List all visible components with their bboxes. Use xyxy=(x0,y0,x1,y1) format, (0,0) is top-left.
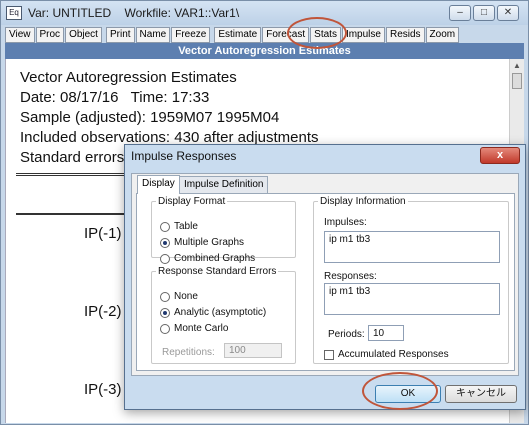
toolbar: View Proc Object Print Name Freeze Estim… xyxy=(5,27,460,43)
responses-input[interactable]: ip m1 tb3 xyxy=(324,283,500,315)
checkbox-label: Accumulated Responses xyxy=(338,349,449,360)
output-line: Date: 08/17/16 Time: 17:33 xyxy=(20,89,210,106)
forecast-button[interactable]: Forecast xyxy=(262,27,310,43)
display-info-legend: Display Information xyxy=(320,196,406,207)
cancel-button[interactable]: キャンセル xyxy=(445,385,517,403)
impulses-input[interactable]: ip m1 tb3 xyxy=(324,231,500,263)
estimate-button[interactable]: Estimate xyxy=(214,27,262,43)
title-bar[interactable]: Eq Var: UNTITLED Workfile: VAR1::Var1\ –… xyxy=(1,1,528,25)
analytic-radio-option[interactable]: Analytic (asymptotic) xyxy=(160,307,266,318)
print-button[interactable]: Print xyxy=(105,27,135,43)
option-label: Multiple Graphs xyxy=(174,237,245,248)
table-radio-option[interactable]: Table xyxy=(160,221,198,232)
scroll-up-arrow-icon[interactable]: ▲ xyxy=(510,59,524,73)
table-row-label: IP(-3) xyxy=(84,381,122,398)
radio-selected-icon xyxy=(160,307,170,318)
object-button[interactable]: Object xyxy=(65,27,102,43)
radio-icon xyxy=(160,291,170,302)
radio-icon xyxy=(160,253,170,264)
impulses-label: Impulses: xyxy=(324,217,367,228)
output-header-band: Vector Autoregression Estimates xyxy=(5,43,524,59)
option-label: Monte Carlo xyxy=(174,323,229,334)
option-label: Combined Graphs xyxy=(174,253,256,264)
display-tab-panel: Display Format Table Multiple Graphs Com… xyxy=(136,193,515,371)
view-button[interactable]: View xyxy=(5,27,35,43)
radio-selected-icon xyxy=(160,237,170,248)
display-information-group: Display Information Impulses: ip m1 tb3 … xyxy=(313,196,509,364)
monte-carlo-radio-option[interactable]: Monte Carlo xyxy=(160,323,228,334)
periods-input[interactable]: 10 xyxy=(368,325,404,341)
proc-button[interactable]: Proc xyxy=(35,27,65,43)
option-label: Analytic (asymptotic) xyxy=(174,307,267,318)
accumulated-responses-checkbox[interactable]: Accumulated Responses xyxy=(324,349,449,360)
option-label: None xyxy=(174,291,198,302)
output-line: Standard errors xyxy=(20,149,125,166)
table-row-label: IP(-2) xyxy=(84,303,122,320)
dialog-close-button[interactable]: x xyxy=(480,147,520,164)
zoom-button[interactable]: Zoom xyxy=(425,27,460,43)
repetitions-field[interactable]: 100 xyxy=(224,343,282,358)
maximize-button[interactable]: □ xyxy=(473,5,495,21)
dialog-title: Impulse Responses xyxy=(131,149,237,163)
impulse-button[interactable]: Impulse xyxy=(341,27,385,43)
repetitions-label: Repetitions: xyxy=(162,347,215,358)
none-radio-option[interactable]: None xyxy=(160,291,198,302)
close-button[interactable]: ✕ xyxy=(497,5,519,21)
window-title: Var: UNTITLED Workfile: VAR1::Var1\ xyxy=(28,6,240,20)
scroll-thumb[interactable] xyxy=(512,73,522,89)
ok-button[interactable]: OK xyxy=(375,385,441,403)
output-line: Sample (adjusted): 1959M07 1995M04 xyxy=(20,109,280,126)
stats-button[interactable]: Stats xyxy=(310,27,341,43)
tab-impulse-definition[interactable]: Impulse Definition xyxy=(179,176,269,193)
responses-label: Responses: xyxy=(324,271,377,282)
radio-icon xyxy=(160,323,170,334)
tab-display[interactable]: Display xyxy=(137,175,180,194)
impulse-responses-dialog: Impulse Responses x Display Impulse Defi… xyxy=(124,144,526,410)
radio-icon xyxy=(160,221,170,232)
name-button[interactable]: Name xyxy=(135,27,171,43)
resids-button[interactable]: Resids xyxy=(385,27,425,43)
combined-graphs-radio-option[interactable]: Combined Graphs xyxy=(160,253,255,264)
app-icon: Eq xyxy=(6,6,22,20)
display-format-group: Display Format Table Multiple Graphs Com… xyxy=(151,196,296,264)
checkbox-icon xyxy=(324,349,334,360)
periods-label: Periods: xyxy=(328,329,365,340)
display-format-legend: Display Format xyxy=(158,196,226,207)
freeze-button[interactable]: Freeze xyxy=(171,27,211,43)
response-se-legend: Response Standard Errors xyxy=(158,266,277,277)
table-row-label: IP(-1) xyxy=(84,225,122,242)
multiple-graphs-radio-option[interactable]: Multiple Graphs xyxy=(160,237,244,248)
output-line: Vector Autoregression Estimates xyxy=(20,69,237,86)
option-label: Table xyxy=(174,221,198,232)
response-standard-errors-group: Response Standard Errors None Analytic (… xyxy=(151,266,296,364)
minimize-button[interactable]: – xyxy=(449,5,471,21)
